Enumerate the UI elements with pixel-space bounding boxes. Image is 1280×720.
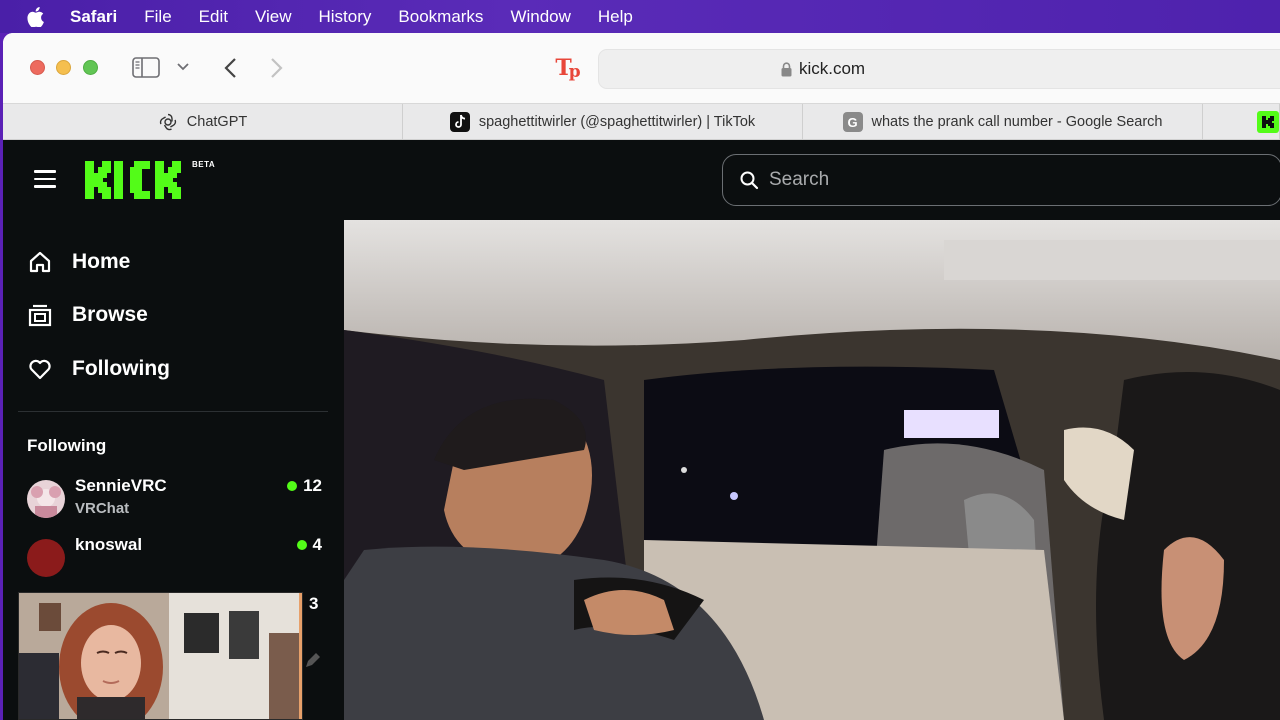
zoom-window-button[interactable] bbox=[83, 60, 98, 75]
menu-window[interactable]: Window bbox=[510, 7, 570, 27]
nav-following-label: Following bbox=[72, 357, 170, 380]
menu-help[interactable]: Help bbox=[598, 7, 633, 27]
viewer-count-value: 3 bbox=[309, 594, 319, 613]
viewer-count-value: 12 bbox=[303, 476, 322, 495]
beta-badge: BETA bbox=[192, 160, 216, 169]
chevron-right-icon bbox=[271, 58, 283, 78]
minimize-window-button[interactable] bbox=[56, 60, 71, 75]
followed-channel[interactable]: SennieVRC VRChat 12 bbox=[27, 476, 322, 524]
kick-page: BETA Home Browse bbox=[3, 140, 1280, 720]
back-button[interactable] bbox=[218, 55, 242, 81]
sidebar-toggle-icon[interactable] bbox=[132, 57, 160, 78]
lock-icon bbox=[781, 61, 792, 77]
channel-name: SennieVRC bbox=[75, 476, 167, 495]
chevron-left-icon bbox=[224, 58, 236, 78]
nav-browse-label: Browse bbox=[72, 303, 148, 326]
followed-channel[interactable]: knoswal 4 bbox=[27, 535, 322, 583]
forward-button[interactable] bbox=[265, 55, 289, 81]
menu-file[interactable]: File bbox=[144, 7, 171, 27]
channel-name: knoswal bbox=[75, 535, 143, 554]
tab-label: spaghettitwirler (@spaghettitwirler) | T… bbox=[478, 114, 756, 130]
webcam-overlay bbox=[18, 592, 303, 720]
close-window-button[interactable] bbox=[30, 60, 45, 75]
menu-safari[interactable]: Safari bbox=[70, 7, 117, 27]
safari-window: Tp kick.com ChatGPT spaghettitwirler (@s… bbox=[3, 33, 1280, 720]
macos-menu-bar: Safari File Edit View History Bookmarks … bbox=[0, 0, 1280, 33]
tab-google-search[interactable]: G whats the prank call number - Google S… bbox=[803, 104, 1203, 140]
channel-category: VRChat bbox=[75, 500, 130, 517]
following-section-heading: Following bbox=[27, 436, 107, 455]
kick-header: BETA bbox=[3, 140, 1280, 220]
menu-bookmarks[interactable]: Bookmarks bbox=[398, 7, 483, 27]
search-input[interactable] bbox=[769, 169, 1169, 191]
address-bar[interactable]: kick.com bbox=[598, 49, 1280, 89]
hamburger-menu-icon[interactable] bbox=[34, 170, 58, 190]
viewer-count: 12 bbox=[287, 476, 322, 496]
video-player[interactable] bbox=[344, 220, 1280, 720]
home-icon bbox=[27, 249, 53, 275]
safari-toolbar: Tp kick.com bbox=[3, 33, 1280, 103]
nav-home-label: Home bbox=[72, 250, 131, 273]
divider bbox=[18, 411, 328, 412]
nav-browse[interactable]: Browse bbox=[27, 299, 148, 331]
search-box[interactable] bbox=[722, 154, 1280, 206]
avatar bbox=[27, 539, 65, 577]
chatgpt-icon bbox=[158, 112, 178, 132]
menu-view[interactable]: View bbox=[255, 7, 292, 27]
tab-chatgpt[interactable]: ChatGPT bbox=[3, 104, 403, 140]
tab-kick[interactable] bbox=[1203, 104, 1280, 140]
live-indicator bbox=[296, 540, 307, 550]
pencil-icon bbox=[303, 650, 323, 670]
viewer-count: 4 bbox=[296, 535, 322, 555]
menu-history[interactable]: History bbox=[319, 7, 372, 27]
tab-tiktok[interactable]: spaghettitwirler (@spaghettitwirler) | T… bbox=[403, 104, 803, 140]
url-text: kick.com bbox=[798, 59, 866, 78]
nav-home[interactable]: Home bbox=[27, 246, 130, 278]
nav-following[interactable]: Following bbox=[27, 353, 170, 385]
tab-label: whats the prank call number - Google Sea… bbox=[871, 114, 1163, 130]
search-icon bbox=[739, 170, 759, 190]
avatar bbox=[27, 480, 65, 518]
browse-icon bbox=[27, 302, 53, 328]
tiktok-icon bbox=[449, 112, 470, 132]
apple-menu-icon[interactable] bbox=[0, 6, 70, 27]
chevron-down-icon[interactable] bbox=[175, 59, 191, 75]
google-icon: G bbox=[842, 112, 863, 132]
live-indicator bbox=[287, 481, 298, 491]
menu-edit[interactable]: Edit bbox=[199, 7, 228, 27]
tab-bar: ChatGPT spaghettitwirler (@spaghettitwir… bbox=[3, 103, 1280, 140]
kick-logo[interactable] bbox=[85, 159, 193, 201]
tp-extension-icon[interactable]: Tp bbox=[553, 54, 583, 82]
tab-label: ChatGPT bbox=[186, 114, 248, 130]
kick-icon bbox=[1257, 111, 1279, 133]
viewer-count-value: 4 bbox=[312, 535, 322, 554]
heart-icon bbox=[27, 356, 53, 382]
